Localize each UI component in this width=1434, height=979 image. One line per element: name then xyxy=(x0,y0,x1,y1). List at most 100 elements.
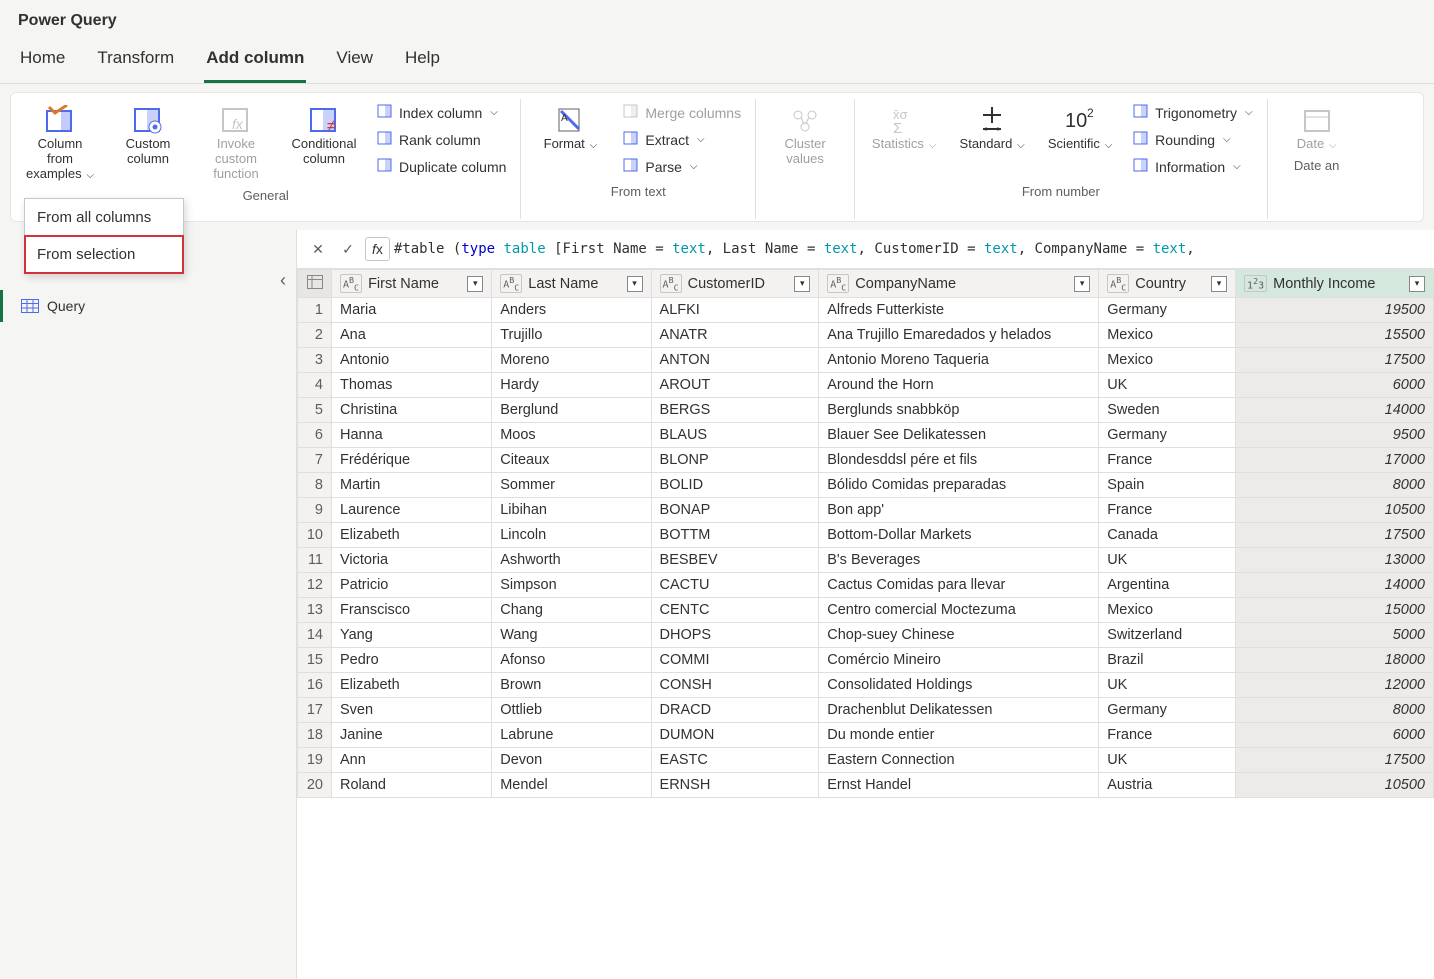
rank-column-button[interactable]: Rank column xyxy=(373,128,485,151)
cell[interactable]: CACTU xyxy=(651,573,819,598)
cell[interactable]: Antonio xyxy=(332,348,492,373)
cell[interactable]: Germany xyxy=(1099,298,1236,323)
cell[interactable]: Austria xyxy=(1099,773,1236,798)
cell[interactable]: COMMI xyxy=(651,648,819,673)
cell[interactable]: Christina xyxy=(332,398,492,423)
row-number[interactable]: 11 xyxy=(298,548,332,573)
cell[interactable]: Victoria xyxy=(332,548,492,573)
cell[interactable]: 17500 xyxy=(1236,348,1434,373)
table-row[interactable]: 6HannaMoosBLAUSBlauer See DelikatessenGe… xyxy=(298,423,1434,448)
cell[interactable]: ERNSH xyxy=(651,773,819,798)
cell[interactable]: Chop-suey Chinese xyxy=(819,623,1099,648)
column-header-companyname[interactable]: ABCCompanyName▾ xyxy=(819,270,1099,298)
cell[interactable]: Consolidated Holdings xyxy=(819,673,1099,698)
filter-icon[interactable]: ▾ xyxy=(467,276,483,292)
cell[interactable]: Ernst Handel xyxy=(819,773,1099,798)
filter-icon[interactable]: ▾ xyxy=(794,276,810,292)
tab-add-column[interactable]: Add column xyxy=(204,38,306,83)
conditional-column-button[interactable]: ≠Conditional column xyxy=(285,101,363,167)
cell[interactable]: 13000 xyxy=(1236,548,1434,573)
table-row[interactable]: 8MartinSommerBOLIDBólido Comidas prepara… xyxy=(298,473,1434,498)
cell[interactable]: 12000 xyxy=(1236,673,1434,698)
format-button[interactable]: AFormat ⌵ xyxy=(531,101,609,152)
column-header-first-name[interactable]: ABCFirst Name▾ xyxy=(332,270,492,298)
cell[interactable]: 15000 xyxy=(1236,598,1434,623)
table-row[interactable]: 7FrédériqueCiteauxBLONPBlondesddsl pére … xyxy=(298,448,1434,473)
cell[interactable]: BONAP xyxy=(651,498,819,523)
cell[interactable]: BERGS xyxy=(651,398,819,423)
cell[interactable]: 14000 xyxy=(1236,398,1434,423)
type-icon[interactable]: ABC xyxy=(1107,274,1129,293)
cell[interactable]: Elizabeth xyxy=(332,673,492,698)
cell[interactable]: BLAUS xyxy=(651,423,819,448)
table-row[interactable]: 19AnnDevonEASTCEastern ConnectionUK17500 xyxy=(298,748,1434,773)
parse-button[interactable]: Parse⌵ xyxy=(619,155,701,178)
rounding-button[interactable]: Rounding⌵ xyxy=(1129,128,1235,151)
cell[interactable]: Moreno xyxy=(492,348,651,373)
tab-help[interactable]: Help xyxy=(403,38,442,83)
row-number[interactable]: 12 xyxy=(298,573,332,598)
scientific-button[interactable]: 102Scientific ⌵ xyxy=(1041,101,1119,152)
cell[interactable]: Ana xyxy=(332,323,492,348)
trigonometry-button[interactable]: Trigonometry⌵ xyxy=(1129,101,1257,124)
cell[interactable]: Switzerland xyxy=(1099,623,1236,648)
cell[interactable]: ALFKI xyxy=(651,298,819,323)
cell[interactable]: ANTON xyxy=(651,348,819,373)
row-number[interactable]: 16 xyxy=(298,673,332,698)
type-icon[interactable]: ABC xyxy=(340,274,362,293)
cell[interactable]: Mexico xyxy=(1099,323,1236,348)
cell[interactable]: Bottom-Dollar Markets xyxy=(819,523,1099,548)
cell[interactable]: Du monde entier xyxy=(819,723,1099,748)
cell[interactable]: Thomas xyxy=(332,373,492,398)
cell[interactable]: Hanna xyxy=(332,423,492,448)
table-row[interactable]: 18JanineLabruneDUMONDu monde entierFranc… xyxy=(298,723,1434,748)
filter-icon[interactable]: ▾ xyxy=(1211,276,1227,292)
cell[interactable]: 10500 xyxy=(1236,498,1434,523)
cell[interactable]: UK xyxy=(1099,548,1236,573)
row-number[interactable]: 13 xyxy=(298,598,332,623)
type-icon[interactable]: ABC xyxy=(500,274,522,293)
cell[interactable]: 6000 xyxy=(1236,373,1434,398)
column-header-customerid[interactable]: ABCCustomerID▾ xyxy=(651,270,819,298)
cell[interactable]: BLONP xyxy=(651,448,819,473)
cell[interactable]: DUMON xyxy=(651,723,819,748)
cell[interactable]: UK xyxy=(1099,373,1236,398)
cell[interactable]: Mexico xyxy=(1099,598,1236,623)
table-row[interactable]: 15PedroAfonsoCOMMIComércio MineiroBrazil… xyxy=(298,648,1434,673)
row-number[interactable]: 9 xyxy=(298,498,332,523)
cell[interactable]: Hardy xyxy=(492,373,651,398)
row-number[interactable]: 6 xyxy=(298,423,332,448)
data-grid[interactable]: ABCFirst Name▾ABCLast Name▾ABCCustomerID… xyxy=(297,269,1434,979)
cell[interactable]: CONSH xyxy=(651,673,819,698)
cell[interactable]: Wang xyxy=(492,623,651,648)
menu-item-from-all-columns[interactable]: From all columns xyxy=(25,199,183,236)
cell[interactable]: Sven xyxy=(332,698,492,723)
custom-column-button[interactable]: Custom column xyxy=(109,101,187,167)
table-row[interactable]: 12PatricioSimpsonCACTUCactus Comidas par… xyxy=(298,573,1434,598)
cell[interactable]: Sommer xyxy=(492,473,651,498)
column-from-examples-button[interactable]: Column from examples ⌵ xyxy=(21,101,99,182)
cell[interactable]: Afonso xyxy=(492,648,651,673)
tab-view[interactable]: View xyxy=(334,38,375,83)
cell[interactable]: 18000 xyxy=(1236,648,1434,673)
commit-formula-icon[interactable]: ✓ xyxy=(335,236,361,262)
cell[interactable]: Sweden xyxy=(1099,398,1236,423)
menu-item-from-selection[interactable]: From selection xyxy=(24,235,184,274)
column-header-last-name[interactable]: ABCLast Name▾ xyxy=(492,270,651,298)
cell[interactable]: Mexico xyxy=(1099,348,1236,373)
table-row[interactable]: 1MariaAndersALFKIAlfreds FutterkisteGerm… xyxy=(298,298,1434,323)
cell[interactable]: Moos xyxy=(492,423,651,448)
cell[interactable]: Blauer See Delikatessen xyxy=(819,423,1099,448)
cell[interactable]: Eastern Connection xyxy=(819,748,1099,773)
cell[interactable]: Brown xyxy=(492,673,651,698)
row-number[interactable]: 5 xyxy=(298,398,332,423)
cell[interactable]: DHOPS xyxy=(651,623,819,648)
column-header-monthly-income[interactable]: 123Monthly Income▾ xyxy=(1236,270,1434,298)
row-number[interactable]: 17 xyxy=(298,698,332,723)
cell[interactable]: Berglunds snabbköp xyxy=(819,398,1099,423)
cell[interactable]: Comércio Mineiro xyxy=(819,648,1099,673)
table-row[interactable]: 2AnaTrujilloANATRAna Trujillo Emaredados… xyxy=(298,323,1434,348)
fx-button[interactable]: fx xyxy=(365,237,390,261)
cell[interactable]: Berglund xyxy=(492,398,651,423)
formula-text[interactable]: #table (type table [First Name = text, L… xyxy=(394,241,1195,257)
